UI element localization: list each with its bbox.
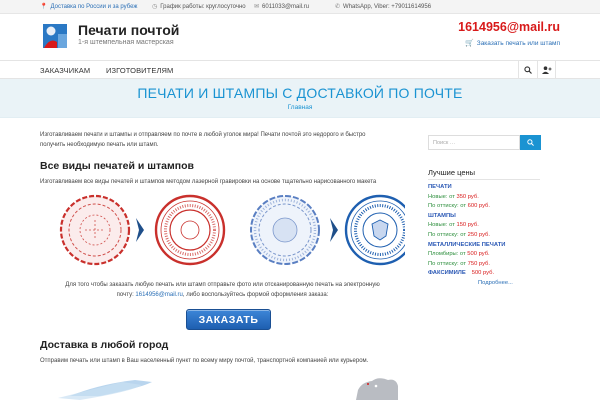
topbar-email-text[interactable]: 6011033@mail.ru [262,4,309,10]
price-item: По оттиску: от 600 руб. [428,202,553,212]
intro-text: Изготавливаем печати и штампы и отправля… [40,130,410,150]
prices-more-link[interactable]: Подробнее... [428,279,553,289]
delivery-link[interactable]: Доставка по России и за рубеж [50,4,137,10]
site-tagline: 1-я штемпельная мастерская [78,39,174,46]
site-title[interactable]: Печати почтой [78,22,179,38]
messengers-text: WhatsApp, Viber: +79011614956 [343,3,432,10]
delivery-info[interactable]: 📍 Доставка по России и за рубеж [40,3,137,11]
nav-user-button[interactable] [537,61,556,78]
top-bar: 📍 Доставка по России и за рубеж ◷ График… [0,0,600,14]
price-list: ПЕЧАТИ Новые: от 350 руб. По оттиску: от 6… [428,183,553,289]
all-types-text: Изготавливаем все виды печатей и штампов… [40,179,377,185]
price-category: ПЕЧАТИ [428,184,452,190]
price-item-value: 150 руб. [456,222,479,229]
nav-item-manufacturers[interactable]: Изготовителям [106,66,173,75]
header-order-link[interactable]: 🛒 Заказать печать или штамп [465,39,560,48]
prices-title: Лучшие цены [428,168,476,177]
price-item-label: По оттиску: от [428,260,468,267]
price-item-label: Пломбиры: от [428,251,468,258]
price-category: ШТАМПЫ [428,212,456,219]
price-item: Новые: от 150 руб. [428,221,553,231]
price-category: МЕТАЛЛИЧЕСКИЕ ПЕЧАТИ [428,241,506,248]
map-marker-icon: 📍 [40,4,48,10]
envelope-icon: ✉ [254,4,260,10]
page-title: ПЕЧАТИ И ШТАМПЫ С ДОСТАВКОЙ ПО ПОЧТЕ [137,85,463,101]
user-plus-icon [541,65,551,74]
main-nav: Заказчикам Изготовителям [0,60,600,79]
prices-divider [428,179,540,180]
nav-search-button[interactable] [518,61,537,78]
messengers-info: ✆ WhatsApp, Viber: +79011614956 [335,3,432,11]
search-input[interactable]: Поиск … [428,135,520,150]
hours-info: ◷ График работы: круглосуточно [152,3,246,11]
clock-icon: ◷ [152,4,158,10]
price-category-inline: ФАКСИМИЛЕ 500 руб. [428,269,553,279]
price-item-value: 600 руб. [467,203,490,210]
price-item-label: По оттиску: от [428,203,468,210]
price-item-label: По оттиску: от [428,231,468,238]
search-icon [524,65,532,74]
price-item: Пломбиры: от 500 руб. [428,250,553,260]
red-stamp-restored-image [154,194,226,266]
price-item-label: Новые: от [428,222,457,229]
phone-icon: ✆ [335,4,341,10]
price-item: Новые: от 350 руб. [428,193,553,203]
price-category-label: ФАКСИМИЛЕ [428,270,466,277]
price-item-value: 500 руб. [467,251,490,258]
nav-item-customers[interactable]: Заказчикам [40,66,90,75]
delivery-text: Отправим печать или штамп в Ваш населенн… [40,358,369,364]
site-logo[interactable] [40,21,70,51]
price-item-value: 250 руб. [467,231,490,238]
header-order-text[interactable]: Заказать печать или штамп [477,40,560,47]
cart-icon: 🛒 [465,40,474,47]
price-item: По оттиску: от 750 руб. [428,260,553,270]
price-item-value: 500 руб. [471,270,495,277]
breadcrumb-home[interactable]: Главная [0,104,600,111]
stamps-illustration [40,190,416,270]
intro-line-1: Изготавливаем печати и штампы и отправля… [40,132,366,138]
price-item-value: 750 руб. [467,260,490,267]
order-email-link[interactable]: 1614956@mail.ru [135,292,182,298]
search-submit-button[interactable] [520,135,541,150]
order-line-1: Для того чтобы заказать любую печать или… [65,282,380,288]
order-line-2-pre: почту: [116,292,136,298]
price-item-label: Новые: от [428,193,457,200]
search-icon [527,139,534,146]
price-item: По оттиску: от 250 руб. [428,231,553,241]
airplane-image [58,380,152,400]
heading-delivery: Доставка в любой город [40,339,169,351]
red-stamp-original-image [59,194,131,266]
blue-stamp-original-image [250,195,320,265]
order-line-2: почту: 1614956@mail.ru, либо воспользуйт… [40,290,405,300]
heading-all-types: Все виды печатей и штампов [40,160,194,172]
topbar-email[interactable]: ✉ 6011033@mail.ru [254,3,309,11]
price-item-value: 350 руб. [456,193,479,200]
order-line-2-post: , либо воспользуйтесь формой оформления … [182,292,329,298]
delivery-illustration [58,378,398,400]
hours-text: График работы: круглосуточно [160,3,246,10]
page-banner: ПЕЧАТИ И ШТАМПЫ С ДОСТАВКОЙ ПО ПОЧТЕ Гла… [0,79,600,118]
header-email[interactable]: 1614956@mail.ru [458,20,560,34]
blue-stamp-restored-image [344,194,416,266]
order-button[interactable]: ЗАКАЗАТЬ [186,309,271,330]
order-instructions: Для того чтобы заказать любую печать или… [40,280,405,300]
world-map-image [356,378,398,400]
intro-line-2: получить необходимую печать или штамп. [40,142,159,148]
